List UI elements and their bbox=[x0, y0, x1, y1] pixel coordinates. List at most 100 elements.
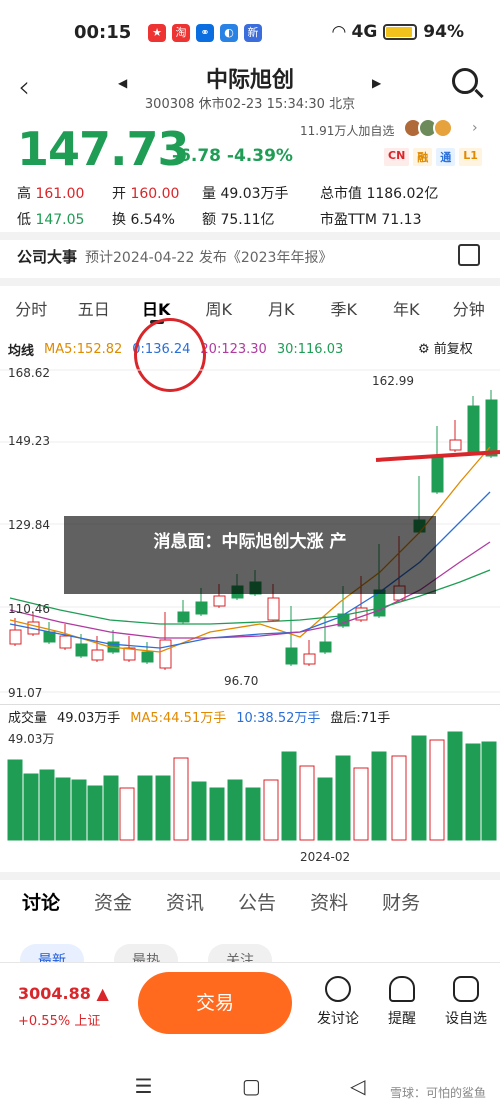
signal-label: 4G bbox=[351, 22, 378, 42]
candle bbox=[141, 651, 154, 663]
post-discussion-button[interactable]: 发讨论 bbox=[308, 976, 368, 1028]
tab-daily-k[interactable]: 日K bbox=[125, 296, 188, 320]
adjust-toggle[interactable]: ⚙ 前复权 bbox=[418, 338, 473, 357]
x-axis-date: 2024-02 bbox=[300, 850, 351, 864]
volume-bar bbox=[87, 785, 103, 841]
quote-stats: 高 161.00 开 160.00 量 49.03万手 总市值 1186.02亿… bbox=[17, 180, 487, 232]
chevron-right-icon[interactable]: › bbox=[472, 120, 478, 136]
tab-weekly-k[interactable]: 周K bbox=[188, 296, 251, 320]
candle bbox=[303, 653, 316, 665]
page-title: 中际旭创 bbox=[205, 68, 294, 93]
content-tabs: 讨论 资金 资讯 公告 资料 财务 bbox=[0, 888, 500, 915]
watermark: 雪球：可怕的鲨鱼 bbox=[389, 1086, 486, 1100]
candle bbox=[285, 647, 298, 665]
app-icon: 淘 bbox=[172, 24, 190, 42]
menu-icon[interactable]: ☰ bbox=[135, 1074, 153, 1098]
prev-stock-icon[interactable]: ◀ bbox=[118, 76, 127, 90]
tab-news[interactable]: 资讯 bbox=[166, 888, 204, 915]
news-overlay[interactable]: 消息面：中际旭创大涨 产 bbox=[64, 516, 436, 594]
status-right: ◠ 4G 94% bbox=[332, 22, 464, 42]
volume-bar bbox=[191, 781, 207, 841]
volume-bar bbox=[39, 769, 55, 841]
tab-funds[interactable]: 资金 bbox=[94, 888, 132, 915]
candle bbox=[59, 635, 72, 649]
candle bbox=[91, 649, 104, 661]
tab-profile[interactable]: 资料 bbox=[310, 888, 348, 915]
market-status: 300308 休市02-23 15:34:30 北京 bbox=[144, 97, 356, 112]
divider bbox=[0, 232, 500, 240]
follower-count[interactable]: 11.91万人加自选 bbox=[300, 122, 394, 139]
candle bbox=[177, 611, 190, 623]
watchlist-settings-button[interactable]: 设自选 bbox=[436, 976, 496, 1028]
chat-icon bbox=[325, 976, 351, 1002]
candle bbox=[449, 439, 462, 451]
high-value: 161.00 bbox=[35, 186, 85, 202]
volume-bar bbox=[317, 777, 333, 841]
wifi-icon: ◠ bbox=[332, 22, 346, 42]
volume-bar bbox=[447, 731, 463, 841]
alert-button[interactable]: 提醒 bbox=[372, 976, 432, 1028]
ma5-value: MA5:152.82 bbox=[44, 342, 123, 357]
next-stock-icon[interactable]: ▶ bbox=[372, 76, 381, 90]
search-icon[interactable] bbox=[452, 68, 478, 94]
tag-margin: 融 bbox=[413, 148, 433, 166]
volume-bar bbox=[299, 765, 315, 841]
battery-icon bbox=[383, 24, 418, 40]
stock-tags: CN 融 通 L1 bbox=[384, 148, 482, 166]
volume-bar bbox=[429, 739, 445, 841]
candle bbox=[9, 629, 22, 645]
index-value[interactable]: 3004.88 ▲ bbox=[18, 984, 109, 1003]
back-icon[interactable]: ‹ bbox=[18, 70, 30, 105]
avatar bbox=[433, 118, 453, 138]
volume-bar bbox=[281, 751, 297, 841]
price-change: -6.78 -4.39% bbox=[172, 146, 293, 166]
volume-bar bbox=[411, 735, 427, 841]
tab-monthly-k[interactable]: 月K bbox=[250, 296, 313, 320]
turnover-value: 6.54% bbox=[130, 212, 175, 228]
open-value: 160.00 bbox=[130, 186, 180, 202]
volume-value: 49.03万手 bbox=[220, 186, 289, 202]
tab-financials[interactable]: 财务 bbox=[382, 888, 420, 915]
volume-bar bbox=[155, 775, 171, 841]
home-icon[interactable]: ▢ bbox=[242, 1074, 261, 1098]
tag-connect: 通 bbox=[436, 148, 456, 166]
tag-cn: CN bbox=[384, 148, 410, 166]
app-icon: ⚭ bbox=[196, 24, 214, 42]
amount-value: 75.11亿 bbox=[220, 212, 275, 228]
company-event[interactable]: 公司大事 预计2024-04-22 发布《2023年年报》 bbox=[17, 246, 332, 267]
app-icon: ◐ bbox=[220, 24, 238, 42]
max-price-label: 162.99 bbox=[372, 374, 414, 388]
event-text: 预计2024-04-22 发布《2023年年报》 bbox=[85, 250, 333, 266]
tab-discussion[interactable]: 讨论 bbox=[22, 888, 60, 915]
volume-bar bbox=[137, 775, 153, 841]
volume-bar bbox=[227, 779, 243, 841]
y-axis-label: 110.46 bbox=[8, 602, 50, 616]
tab-minute[interactable]: 分时 bbox=[0, 296, 63, 320]
divider bbox=[0, 872, 500, 880]
follower-avatars[interactable] bbox=[403, 118, 453, 138]
trade-button[interactable]: 交易 bbox=[138, 972, 292, 1034]
y-axis-label: 168.62 bbox=[8, 366, 50, 380]
y-axis-label: 91.07 bbox=[8, 686, 43, 700]
tab-announcements[interactable]: 公告 bbox=[238, 888, 276, 915]
tab-minute-k[interactable]: 分钟 bbox=[438, 296, 500, 320]
back-nav-icon[interactable]: ◁ bbox=[350, 1074, 365, 1098]
tab-quarterly-k[interactable]: 季K bbox=[313, 296, 376, 320]
volume-bar bbox=[245, 787, 261, 841]
status-time: 00:15 bbox=[74, 22, 132, 43]
low-value: 147.05 bbox=[35, 212, 85, 228]
ma-label: 均线 bbox=[8, 344, 35, 359]
event-label: 公司大事 bbox=[17, 248, 78, 266]
stats-row-2: 低 147.05 换 6.54% 额 75.11亿 市盈TTM 71.13 bbox=[17, 212, 422, 228]
candle bbox=[75, 643, 88, 657]
ma20-value: 20:123.30 bbox=[200, 342, 267, 357]
ma30-value: 30:116.03 bbox=[276, 342, 344, 357]
candle bbox=[267, 597, 280, 621]
y-axis-label: 149.23 bbox=[8, 434, 50, 448]
calendar-icon[interactable] bbox=[458, 244, 480, 266]
volume-ma5: MA5:44.51万手 bbox=[130, 711, 227, 726]
tab-5day[interactable]: 五日 bbox=[63, 296, 126, 320]
tab-yearly-k[interactable]: 年K bbox=[375, 296, 438, 320]
status-notification-icons: ★ 淘 ⚭ ◐ 新 bbox=[148, 24, 262, 42]
after-hours-volume: 盘后:71手 bbox=[330, 711, 391, 726]
